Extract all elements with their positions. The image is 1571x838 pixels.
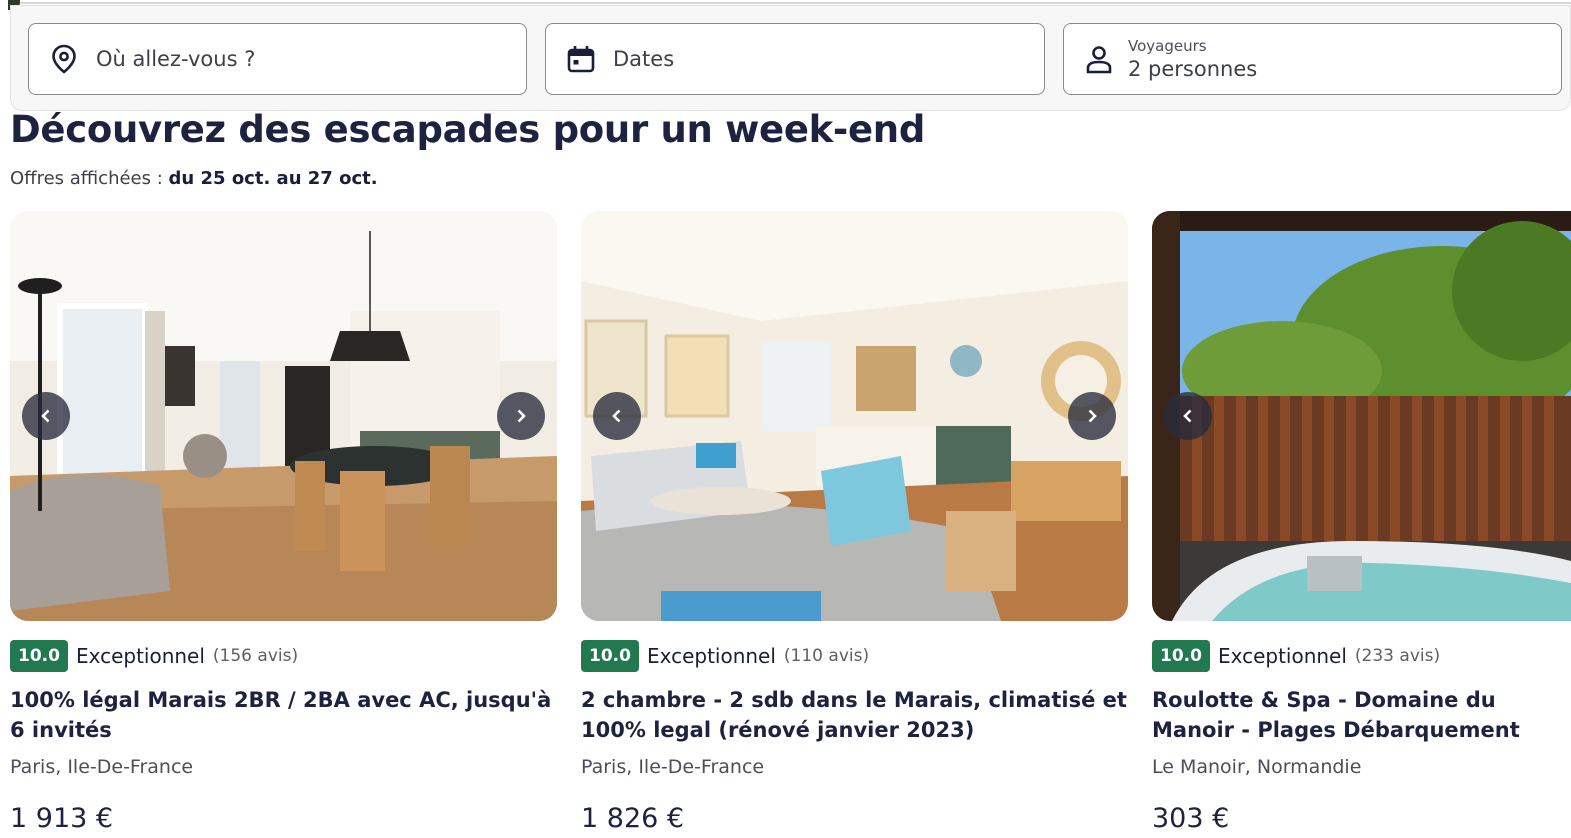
property-price: 1 913 € xyxy=(10,803,114,834)
rating-row: 10.0 Exceptionnel (156 avis) xyxy=(10,640,298,672)
rating-label: Exceptionnel xyxy=(646,644,776,668)
property-name[interactable]: Roulotte & Spa - Domaine du Manoir - Pla… xyxy=(1152,685,1571,745)
chevron-left-icon xyxy=(41,409,50,423)
apartment-living-room-photo xyxy=(581,211,1128,621)
property-card[interactable]: 10.0 Exceptionnel (233 avis) Roulotte & … xyxy=(1152,211,1571,834)
next-image-button[interactable] xyxy=(1068,392,1116,440)
destination-placeholder: Où allez-vous ? xyxy=(96,47,256,71)
dates-label: Dates xyxy=(613,47,675,71)
property-location: Paris, Ile-De-France xyxy=(10,756,194,778)
apartment-living-room-photo xyxy=(10,211,557,621)
property-photo[interactable] xyxy=(581,211,1128,621)
previous-image-button[interactable] xyxy=(22,392,70,440)
property-price: 303 € xyxy=(1152,803,1230,834)
chevron-right-icon xyxy=(1088,409,1097,423)
destination-field[interactable]: Où allez-vous ? xyxy=(28,23,527,95)
travelers-value: 2 personnes xyxy=(1128,57,1258,81)
rating-row: 10.0 Exceptionnel (110 avis) xyxy=(581,640,869,672)
review-count: (233 avis) xyxy=(1354,646,1441,666)
chevron-left-icon xyxy=(1183,409,1192,423)
garden-spa-photo xyxy=(1152,211,1571,621)
offers-prefix: Offres affichées : xyxy=(10,168,169,189)
property-photo[interactable] xyxy=(1152,211,1571,621)
top-divider xyxy=(10,2,1571,4)
rating-row: 10.0 Exceptionnel (233 avis) xyxy=(1152,640,1440,672)
property-name[interactable]: 2 chambre - 2 sdb dans le Marais, climat… xyxy=(581,685,1128,745)
property-location: Paris, Ile-De-France xyxy=(581,756,765,778)
review-count: (110 avis) xyxy=(783,646,870,666)
property-card[interactable]: 10.0 Exceptionnel (110 avis) 2 chambre -… xyxy=(581,211,1128,834)
chevron-left-icon xyxy=(612,409,621,423)
property-card[interactable]: 10.0 Exceptionnel (156 avis) 100% légal … xyxy=(10,211,557,834)
next-image-button[interactable] xyxy=(497,392,545,440)
travelers-label: Voyageurs xyxy=(1128,37,1207,55)
person-icon xyxy=(1084,44,1114,74)
travelers-field[interactable]: Voyageurs 2 personnes xyxy=(1063,23,1562,95)
score-badge: 10.0 xyxy=(581,640,639,672)
search-bar: Où allez-vous ? Dates Voyageurs 2 person… xyxy=(10,5,1571,111)
calendar-icon xyxy=(566,44,596,74)
chevron-right-icon xyxy=(517,409,526,423)
property-name[interactable]: 100% légal Marais 2BR / 2BA avec AC, jus… xyxy=(10,685,557,745)
dates-field[interactable]: Dates xyxy=(545,23,1045,95)
property-price: 1 826 € xyxy=(581,803,685,834)
location-pin-icon xyxy=(49,44,79,74)
property-location: Le Manoir, Normandie xyxy=(1152,756,1362,778)
score-badge: 10.0 xyxy=(1152,640,1210,672)
score-badge: 10.0 xyxy=(10,640,68,672)
previous-image-button[interactable] xyxy=(1164,392,1212,440)
rating-label: Exceptionnel xyxy=(1217,644,1347,668)
property-photo[interactable] xyxy=(10,211,557,621)
offers-dates-text: Offres affichées : du 25 oct. au 27 oct. xyxy=(10,168,378,189)
offers-dates: du 25 oct. au 27 oct. xyxy=(168,168,378,189)
review-count: (156 avis) xyxy=(212,646,299,666)
rating-label: Exceptionnel xyxy=(75,644,205,668)
previous-image-button[interactable] xyxy=(593,392,641,440)
section-title: Découvrez des escapades pour un week-end xyxy=(10,108,926,151)
